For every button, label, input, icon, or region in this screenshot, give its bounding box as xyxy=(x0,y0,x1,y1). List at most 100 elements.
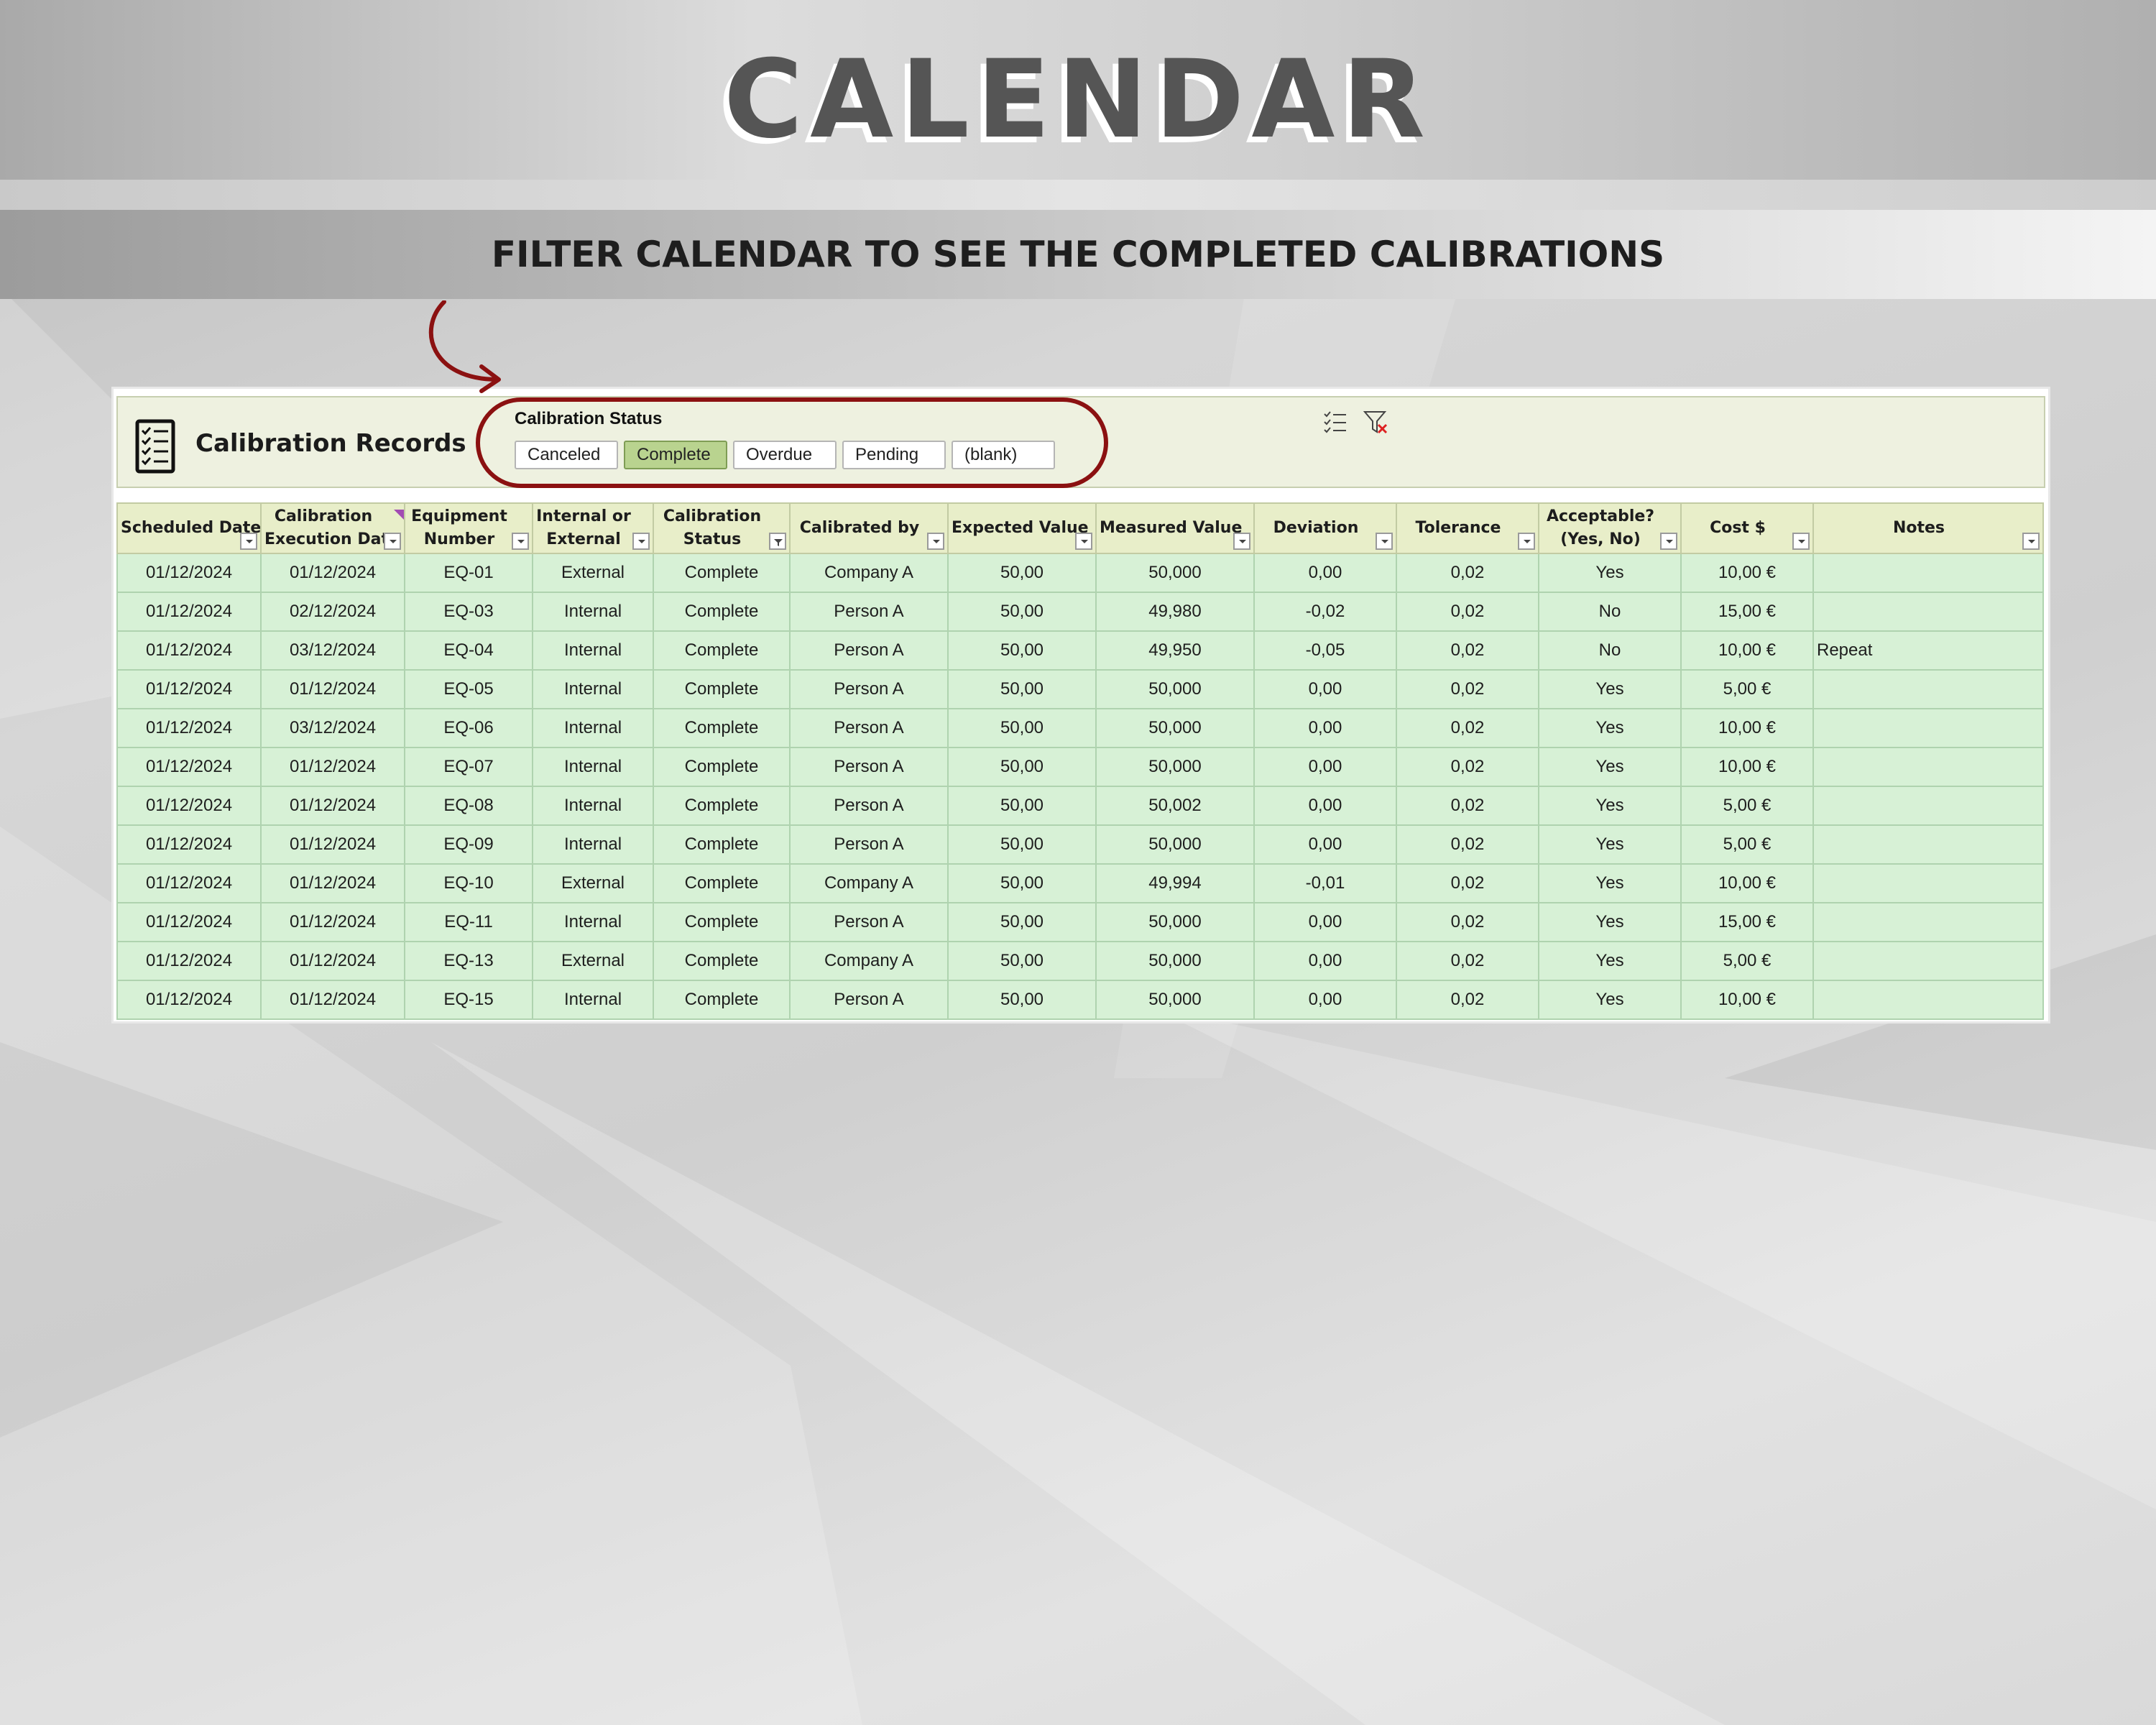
table-cell[interactable]: Person A xyxy=(789,592,949,632)
table-cell[interactable]: 50,00 xyxy=(947,592,1097,632)
table-cell[interactable]: 5,00 € xyxy=(1680,786,1814,826)
table-cell[interactable]: 50,000 xyxy=(1095,747,1255,787)
filter-dropdown-button[interactable] xyxy=(927,533,944,550)
filter-dropdown-button[interactable] xyxy=(240,533,257,550)
filter-dropdown-button[interactable] xyxy=(2022,533,2040,550)
table-cell[interactable]: Complete xyxy=(653,747,791,787)
multi-select-icon[interactable] xyxy=(1322,409,1348,435)
table-cell[interactable]: EQ-10 xyxy=(404,863,533,903)
table-cell[interactable] xyxy=(1812,824,2044,865)
table-cell[interactable]: Person A xyxy=(789,786,949,826)
table-cell[interactable]: 50,00 xyxy=(947,747,1097,787)
table-cell[interactable] xyxy=(1812,980,2044,1020)
table-cell[interactable]: 01/12/2024 xyxy=(116,708,262,748)
table-cell[interactable]: Company A xyxy=(789,553,949,593)
table-cell[interactable]: Person A xyxy=(789,708,949,748)
table-cell[interactable]: Yes xyxy=(1538,553,1682,593)
slicer-option-complete[interactable]: Complete xyxy=(624,441,727,469)
filter-dropdown-button[interactable] xyxy=(1518,533,1535,550)
table-cell[interactable]: EQ-13 xyxy=(404,941,533,981)
table-cell[interactable]: EQ-09 xyxy=(404,824,533,865)
table-cell[interactable]: 49,994 xyxy=(1095,863,1255,903)
table-cell[interactable]: Internal xyxy=(532,786,654,826)
table-cell[interactable]: Complete xyxy=(653,786,791,826)
table-cell[interactable]: Yes xyxy=(1538,786,1682,826)
table-cell[interactable]: EQ-15 xyxy=(404,980,533,1020)
table-cell[interactable]: 01/12/2024 xyxy=(260,980,405,1020)
table-cell[interactable]: 0,02 xyxy=(1396,980,1539,1020)
table-cell[interactable]: EQ-03 xyxy=(404,592,533,632)
table-cell[interactable] xyxy=(1812,553,2044,593)
table-cell[interactable]: 0,02 xyxy=(1396,708,1539,748)
table-cell[interactable]: Company A xyxy=(789,863,949,903)
table-cell[interactable]: Yes xyxy=(1538,824,1682,865)
table-cell[interactable]: Complete xyxy=(653,592,791,632)
table-cell[interactable]: EQ-01 xyxy=(404,553,533,593)
table-cell[interactable]: 10,00 € xyxy=(1680,553,1814,593)
table-cell[interactable]: Person A xyxy=(789,824,949,865)
table-cell[interactable]: 0,02 xyxy=(1396,747,1539,787)
table-cell[interactable]: 50,00 xyxy=(947,786,1097,826)
table-cell[interactable]: 0,00 xyxy=(1253,902,1397,942)
table-cell[interactable]: 50,00 xyxy=(947,902,1097,942)
table-cell[interactable]: 0,02 xyxy=(1396,902,1539,942)
table-cell[interactable] xyxy=(1812,669,2044,709)
table-cell[interactable]: 15,00 € xyxy=(1680,592,1814,632)
table-cell[interactable]: Complete xyxy=(653,669,791,709)
table-cell[interactable]: 50,00 xyxy=(947,708,1097,748)
table-cell[interactable]: 02/12/2024 xyxy=(260,592,405,632)
table-cell[interactable]: 50,000 xyxy=(1095,941,1255,981)
table-cell[interactable]: 50,00 xyxy=(947,669,1097,709)
table-cell[interactable]: 01/12/2024 xyxy=(260,747,405,787)
table-cell[interactable] xyxy=(1812,902,2044,942)
table-cell[interactable]: 01/12/2024 xyxy=(116,786,262,826)
table-cell[interactable]: No xyxy=(1538,630,1682,671)
table-cell[interactable]: Person A xyxy=(789,902,949,942)
table-cell[interactable]: EQ-07 xyxy=(404,747,533,787)
table-cell[interactable]: 03/12/2024 xyxy=(260,708,405,748)
table-cell[interactable]: 49,950 xyxy=(1095,630,1255,671)
table-cell[interactable]: 50,00 xyxy=(947,824,1097,865)
table-cell[interactable]: 10,00 € xyxy=(1680,630,1814,671)
table-cell[interactable] xyxy=(1812,941,2044,981)
table-cell[interactable]: 0,00 xyxy=(1253,786,1397,826)
table-cell[interactable]: Complete xyxy=(653,708,791,748)
table-cell[interactable]: 01/12/2024 xyxy=(116,669,262,709)
filter-dropdown-button[interactable] xyxy=(384,533,401,550)
table-cell[interactable]: 01/12/2024 xyxy=(116,941,262,981)
table-cell[interactable]: 01/12/2024 xyxy=(260,863,405,903)
table-cell[interactable] xyxy=(1812,786,2044,826)
table-cell[interactable]: External xyxy=(532,941,654,981)
table-cell[interactable]: 10,00 € xyxy=(1680,980,1814,1020)
table-cell[interactable]: 01/12/2024 xyxy=(116,824,262,865)
table-cell[interactable]: 50,00 xyxy=(947,553,1097,593)
table-cell[interactable]: 50,000 xyxy=(1095,980,1255,1020)
table-cell[interactable]: 0,00 xyxy=(1253,980,1397,1020)
table-cell[interactable]: 50,000 xyxy=(1095,553,1255,593)
table-cell[interactable]: 50,00 xyxy=(947,863,1097,903)
table-cell[interactable]: Internal xyxy=(532,592,654,632)
table-cell[interactable]: 0,02 xyxy=(1396,941,1539,981)
slicer-option-canceled[interactable]: Canceled xyxy=(515,441,618,469)
slicer-option-blank[interactable]: (blank) xyxy=(952,441,1055,469)
table-cell[interactable]: Person A xyxy=(789,747,949,787)
table-cell[interactable]: Complete xyxy=(653,630,791,671)
table-cell[interactable]: 0,02 xyxy=(1396,786,1539,826)
table-cell[interactable]: Yes xyxy=(1538,941,1682,981)
filter-dropdown-button[interactable] xyxy=(1792,533,1810,550)
table-cell[interactable]: 01/12/2024 xyxy=(260,786,405,826)
table-cell[interactable]: 0,02 xyxy=(1396,863,1539,903)
table-cell[interactable]: Complete xyxy=(653,902,791,942)
table-cell[interactable]: Repeat xyxy=(1812,630,2044,671)
table-cell[interactable]: Complete xyxy=(653,553,791,593)
table-cell[interactable]: Complete xyxy=(653,824,791,865)
table-cell[interactable]: 01/12/2024 xyxy=(260,669,405,709)
table-cell[interactable]: No xyxy=(1538,592,1682,632)
table-cell[interactable]: EQ-11 xyxy=(404,902,533,942)
table-cell[interactable]: 50,000 xyxy=(1095,708,1255,748)
filter-dropdown-button[interactable] xyxy=(512,533,529,550)
table-cell[interactable] xyxy=(1812,863,2044,903)
table-cell[interactable]: Yes xyxy=(1538,863,1682,903)
table-cell[interactable]: 0,00 xyxy=(1253,941,1397,981)
table-cell[interactable]: Internal xyxy=(532,708,654,748)
